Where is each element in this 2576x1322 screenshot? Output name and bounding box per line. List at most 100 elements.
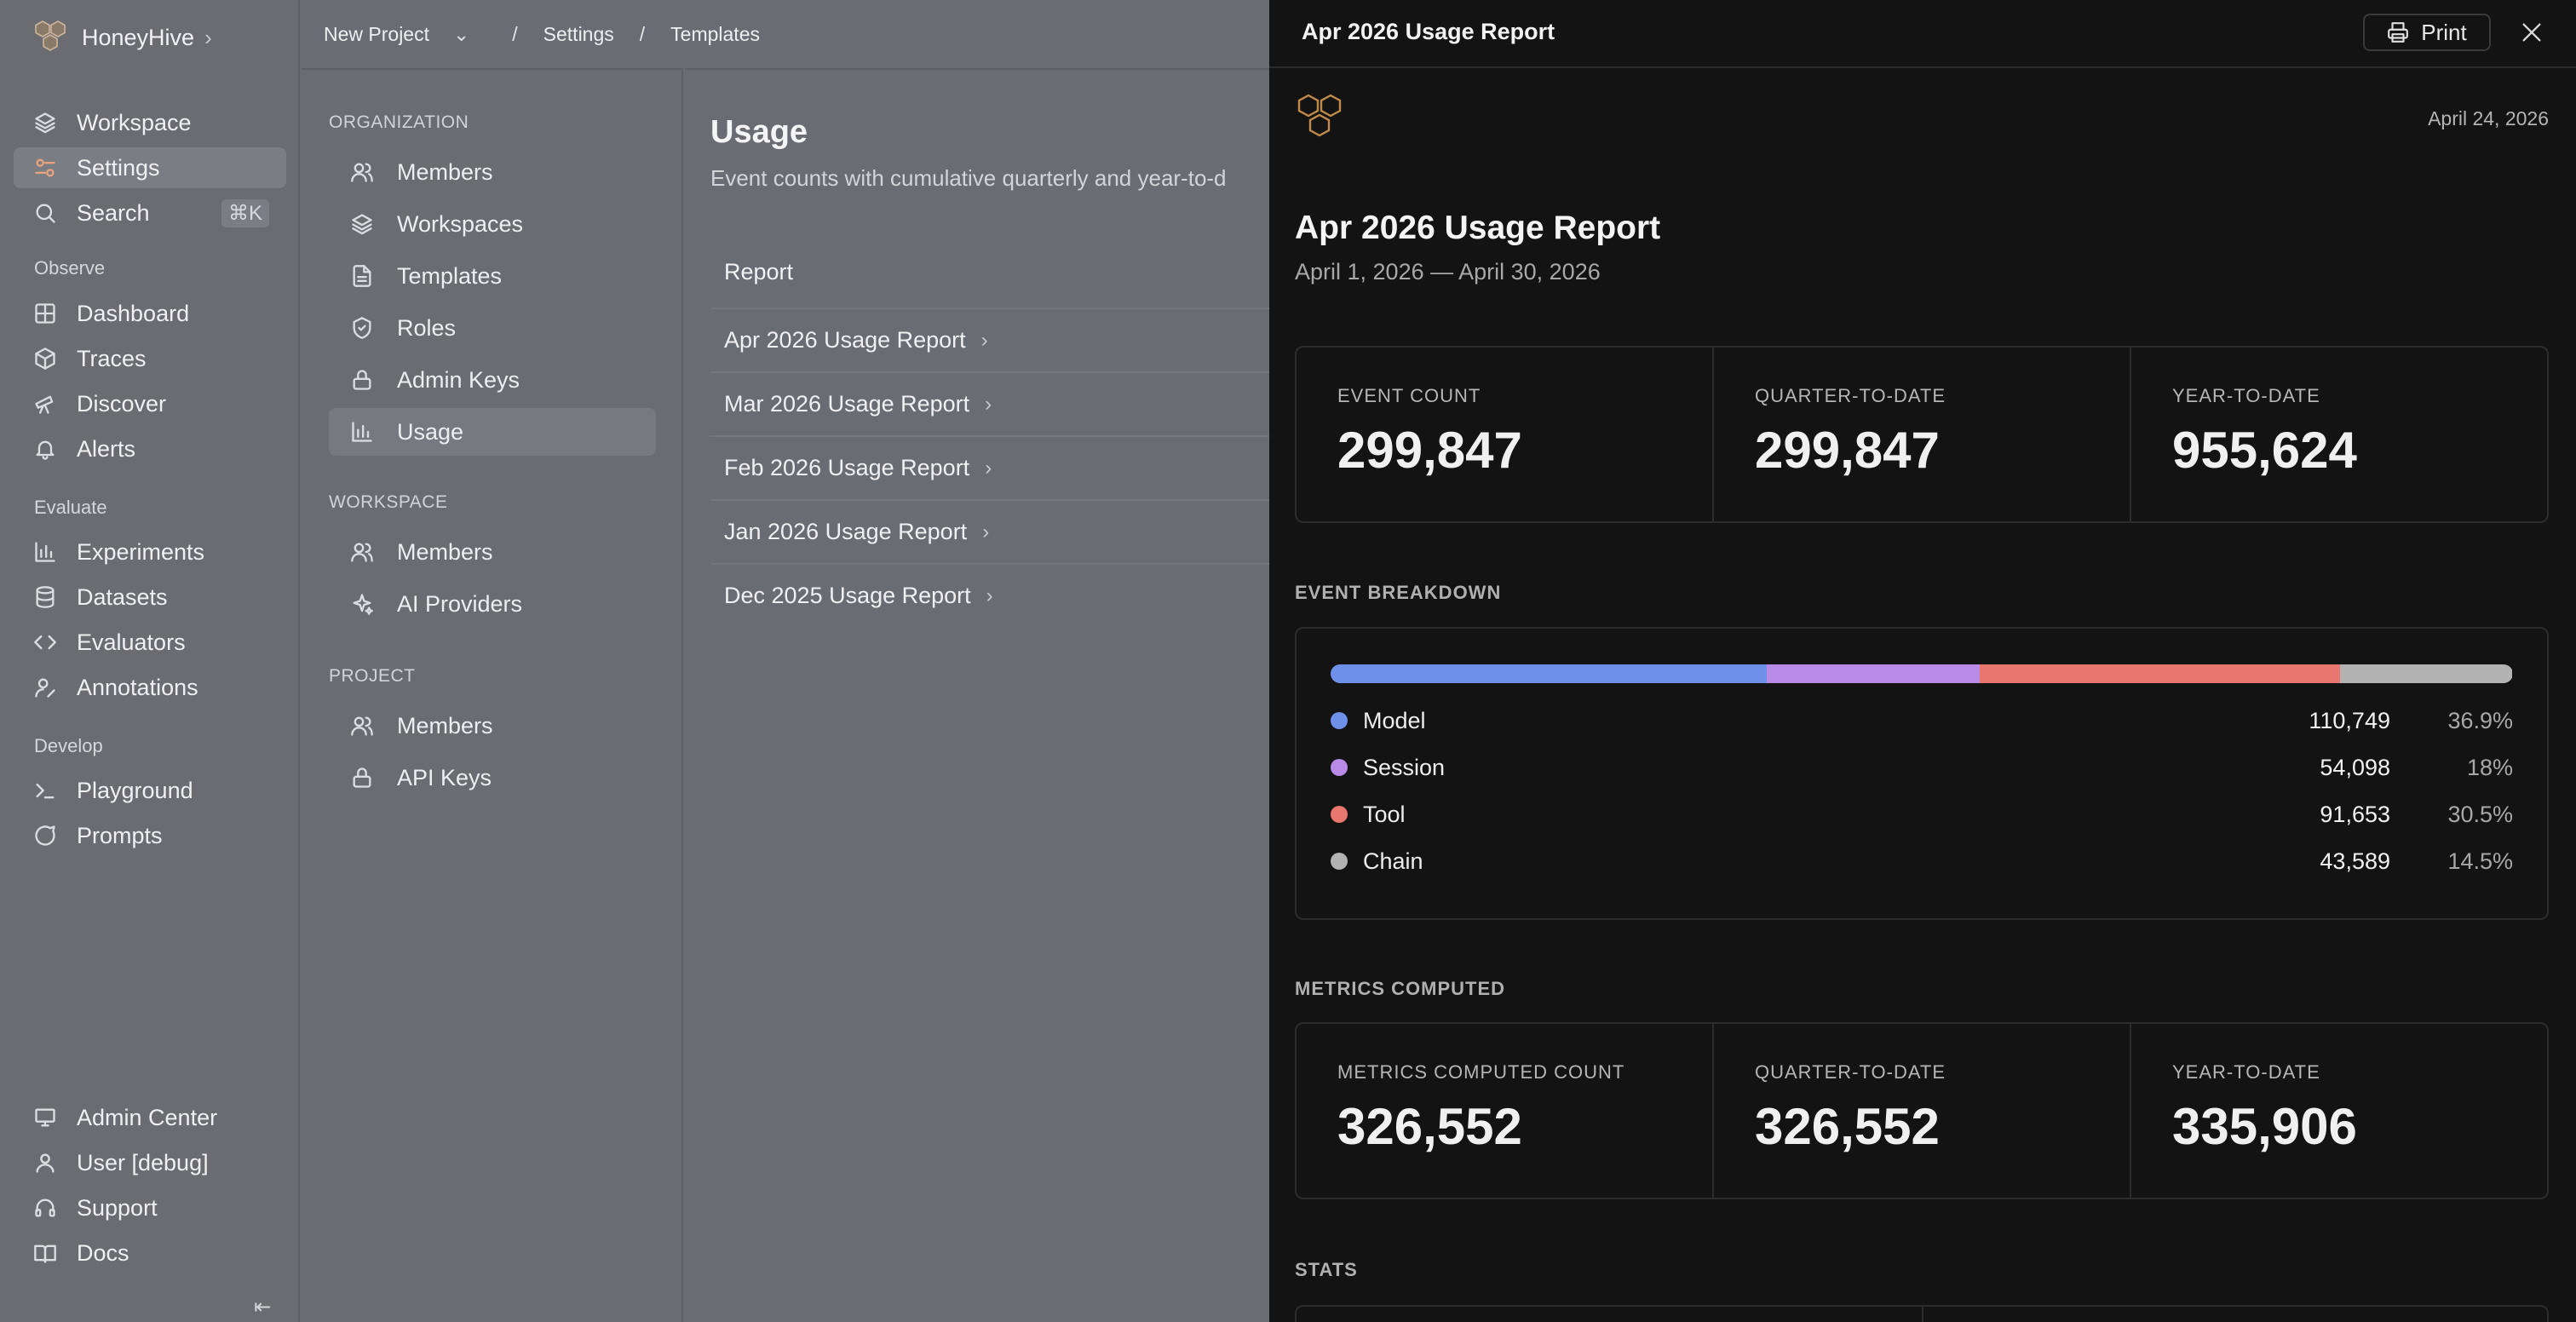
bar-chart-icon <box>349 420 375 444</box>
usage-page: Usage Event counts with cumulative quart… <box>685 68 1269 1322</box>
shield-icon <box>349 316 375 340</box>
legend-name: Tool <box>1363 801 1406 827</box>
nav-workspace[interactable]: Workspace <box>14 102 286 143</box>
stat-value: 299,847 <box>1337 422 1522 479</box>
event-breakdown-card: Model 110,749 36.9% Session 54,098 18% T… <box>1295 627 2549 920</box>
subnav-ws-members[interactable]: Members <box>329 528 656 576</box>
page-description: Event counts with cumulative quarterly a… <box>710 165 1227 191</box>
close-icon <box>2522 23 2541 42</box>
grid-icon <box>32 301 58 326</box>
nav-experiments[interactable]: Experiments <box>14 532 286 572</box>
subnav-label: Templates <box>397 262 503 289</box>
subnav-label: Admin Keys <box>397 366 520 393</box>
stat-value: 299,847 <box>1755 422 1940 479</box>
stat-value: 335,906 <box>2172 1098 2357 1155</box>
nav-docs[interactable]: Docs <box>14 1233 286 1273</box>
subnav-ws-ai-providers[interactable]: AI Providers <box>329 580 656 628</box>
headset-icon <box>32 1195 58 1221</box>
project-selector[interactable]: New Project <box>324 23 429 46</box>
legend-name: Chain <box>1363 848 1423 874</box>
subnav-org-admin-keys[interactable]: Admin Keys <box>329 356 656 404</box>
metrics-computed-title: METRICS COMPUTED <box>1295 978 1505 999</box>
legend-count: 91,653 <box>2320 801 2390 827</box>
file-icon <box>349 264 375 288</box>
breakdown-row-model: Model 110,749 36.9% <box>1331 704 2513 738</box>
chevron-right-icon: › <box>980 328 988 352</box>
nav-playground[interactable]: Playground <box>14 770 286 811</box>
chevron-right-icon: › <box>982 520 990 543</box>
subnav-org-workspaces[interactable]: Workspaces <box>329 200 656 248</box>
metrics-stats-card: METRICS COMPUTED COUNT 326,552 QUARTER-T… <box>1295 1022 2549 1199</box>
nav-support[interactable]: Support <box>14 1187 286 1228</box>
layers-icon <box>349 212 375 236</box>
breakdown-stacked-bar <box>1331 664 2513 683</box>
search-shortcut-badge: ⌘K <box>221 198 269 227</box>
nav-label: Docs <box>77 1239 129 1266</box>
report-row[interactable]: Dec 2025 Usage Report › <box>710 563 1269 627</box>
search-icon <box>32 200 58 226</box>
nav-prompts[interactable]: Prompts <box>14 815 286 856</box>
close-button[interactable] <box>2515 15 2549 49</box>
printer-icon <box>2388 22 2409 43</box>
subnav-org-templates[interactable]: Templates <box>329 252 656 300</box>
chevron-right-icon: › <box>204 24 212 50</box>
nav-admin-center[interactable]: Admin Center <box>14 1097 286 1138</box>
subnav-label: Roles <box>397 314 457 341</box>
subnav-org-usage[interactable]: Usage <box>329 408 656 456</box>
stat-label: YEAR-TO-DATE <box>2172 385 2320 406</box>
breadcrumb-templates[interactable]: Templates <box>670 23 760 46</box>
nav-label: Annotations <box>77 674 198 700</box>
chevron-down-icon[interactable]: ⌄ <box>453 23 469 46</box>
collapse-sidebar-icon[interactable]: ⇤ <box>254 1295 271 1319</box>
subnav-org-members[interactable]: Members <box>329 148 656 196</box>
event-breakdown-title: EVENT BREAKDOWN <box>1295 582 1502 603</box>
breakdown-row-session: Session 54,098 18% <box>1331 750 2513 785</box>
subnav-project-api-keys[interactable]: API Keys <box>329 754 656 802</box>
breakdown-segment-tool <box>1980 664 2341 683</box>
layers-icon <box>32 110 58 135</box>
usage-report-panel: Apr 2026 Usage Report Print April 24, 20… <box>1269 0 2576 1322</box>
nav-settings[interactable]: Settings <box>14 147 286 188</box>
settings-subnav: ORGANIZATION Members Workspaces Template… <box>302 68 683 1322</box>
nav-search[interactable]: Search ⌘K <box>14 193 286 233</box>
legend-name: Model <box>1363 707 1426 733</box>
nav-section-develop: Develop <box>34 735 103 756</box>
subnav-section-project: PROJECT <box>329 666 416 686</box>
stat-year-to-date: YEAR-TO-DATE 955,624 <box>2131 348 2547 521</box>
breadcrumb-settings[interactable]: Settings <box>543 23 614 46</box>
stats-title: STATS <box>1295 1259 1358 1280</box>
nav-label: Dashboard <box>77 300 190 326</box>
nav-traces[interactable]: Traces <box>14 338 286 379</box>
nav-alerts[interactable]: Alerts <box>14 428 286 469</box>
nav-user[interactable]: User [debug] <box>14 1142 286 1183</box>
nav-discover[interactable]: Discover <box>14 383 286 424</box>
print-button[interactable]: Print <box>2363 14 2491 51</box>
chevron-right-icon: › <box>985 456 992 480</box>
report-row[interactable]: Apr 2026 Usage Report › <box>710 308 1269 371</box>
breadcrumb-separator: / <box>639 22 646 45</box>
user-icon <box>32 1150 58 1175</box>
brand-switcher[interactable]: HoneyHive › <box>32 19 212 56</box>
nav-annotations[interactable]: Annotations <box>14 667 286 708</box>
panel-header-title: Apr 2026 Usage Report <box>1302 19 1555 44</box>
nav-dashboard[interactable]: Dashboard <box>14 293 286 334</box>
legend-dot <box>1331 712 1348 729</box>
honeyhive-logo-icon <box>35 20 66 51</box>
report-row[interactable]: Jan 2026 Usage Report › <box>710 499 1269 563</box>
breakdown-row-chain: Chain 43,589 14.5% <box>1331 844 2513 878</box>
subnav-section-organization: ORGANIZATION <box>329 112 469 132</box>
legend-count: 54,098 <box>2320 754 2390 780</box>
report-row-label: Jan 2026 Usage Report <box>724 519 968 544</box>
report-date-range: April 1, 2026 — April 30, 2026 <box>1295 259 1601 285</box>
nav-datasets[interactable]: Datasets <box>14 577 286 618</box>
chevron-right-icon: › <box>986 583 993 607</box>
subnav-org-roles[interactable]: Roles <box>329 304 656 352</box>
report-column-header: Report <box>724 259 794 285</box>
report-row[interactable]: Feb 2026 Usage Report › <box>710 435 1269 499</box>
report-row[interactable]: Mar 2026 Usage Report › <box>710 371 1269 435</box>
legend-percent: 36.9% <box>2447 707 2513 733</box>
subnav-project-members[interactable]: Members <box>329 702 656 750</box>
main-sidebar: HoneyHive › Workspace Settings Search ⌘K… <box>0 0 300 1322</box>
nav-evaluators[interactable]: Evaluators <box>14 622 286 663</box>
page-title: Usage <box>710 114 808 150</box>
